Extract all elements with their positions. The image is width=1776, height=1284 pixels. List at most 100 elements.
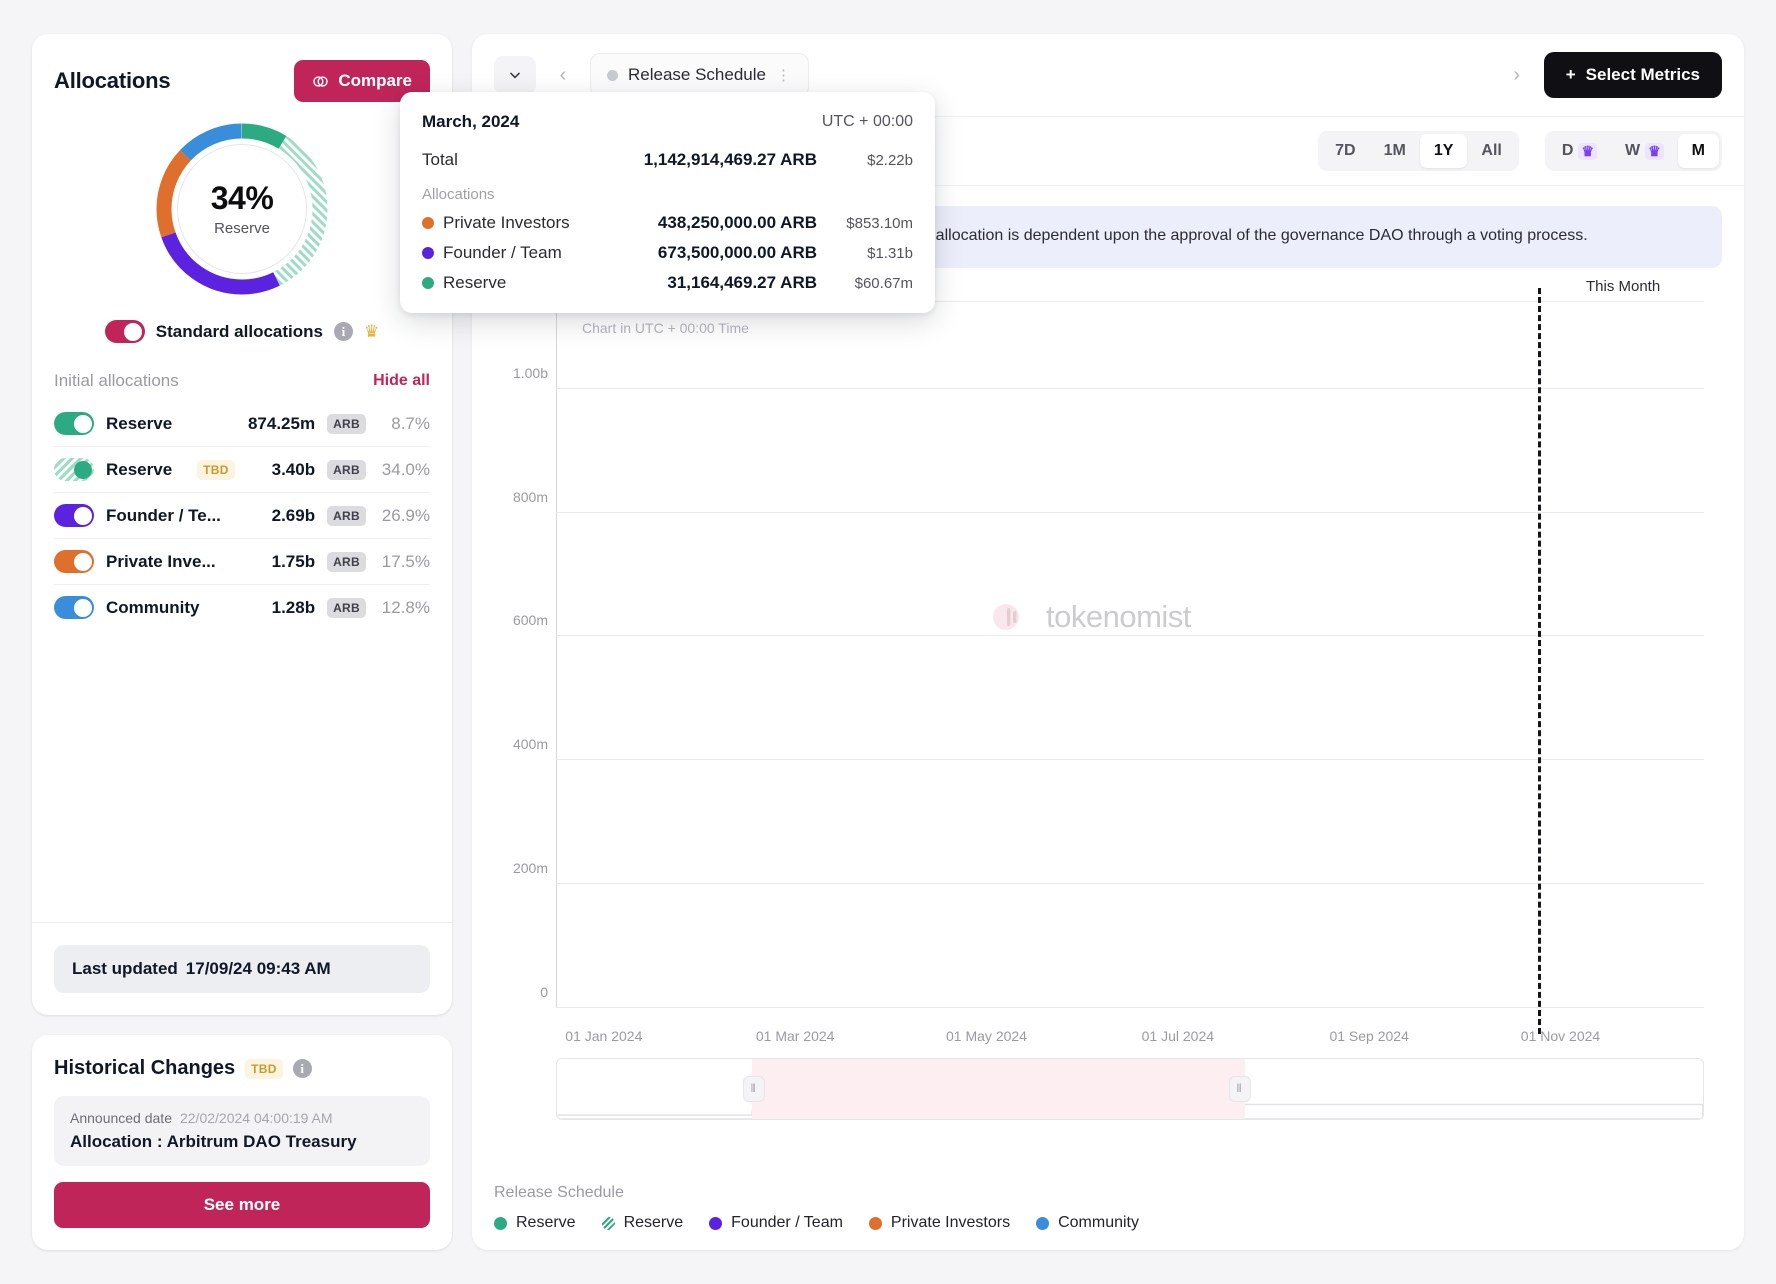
allocation-percent: 26.9% <box>378 506 430 526</box>
tooltip-date: March, 2024 <box>472 112 519 132</box>
last-updated-label: Last updated <box>72 959 178 978</box>
tooltip-row: Founder / Team 673,500,000.00 ARB $1.31b <box>472 243 913 263</box>
list-item[interactable]: Founder / Te... 2.69b ARB 26.9% <box>54 492 430 538</box>
allocations-card: Allocations Compare <box>32 34 452 1015</box>
allocation-toggle[interactable] <box>54 504 94 527</box>
legend-item[interactable]: Reserve <box>602 1214 684 1232</box>
select-metrics-button[interactable]: + Select Metrics <box>1544 52 1722 98</box>
y-tick-label: 200m <box>513 860 548 876</box>
x-tick-label: 01 Mar 2024 <box>756 1028 835 1044</box>
allocation-amount: 3.40b <box>272 460 315 480</box>
tab-release-schedule[interactable]: Release Schedule ⋮ <box>590 53 809 97</box>
list-item[interactable]: Announced date22/02/2024 04:00:19 AM All… <box>54 1096 430 1166</box>
prev-tab-button[interactable]: ‹ <box>550 56 576 94</box>
allocation-name: Founder / Te... <box>106 506 260 526</box>
standard-allocations-row: Standard allocations i ♛ <box>32 320 452 343</box>
standard-allocations-toggle[interactable] <box>105 320 145 343</box>
chart-legend-section: Release Schedule ReserveReserveFounder /… <box>472 1178 1744 1250</box>
tooltip-row-arb: 673,500,000.00 ARB <box>658 243 817 263</box>
allocation-toggle[interactable] <box>54 412 94 435</box>
tooltip-row-name: Founder / Team <box>472 243 562 263</box>
allocation-toggle[interactable] <box>54 596 94 619</box>
historical-allocation-text: Allocation : Arbitrum DAO Treasury <box>70 1132 414 1152</box>
chart-range-slider[interactable]: ⦀ ⦀ <box>556 1058 1704 1120</box>
legend-label: Founder / Team <box>731 1214 843 1232</box>
chart-legend: Reserve Reserve Founder / Team Private Inve… <box>494 1214 1722 1232</box>
legend-item[interactable]: Community <box>1036 1214 1139 1232</box>
list-item[interactable]: Community 1.28b ARB 12.8% <box>54 584 430 630</box>
chart-x-axis: 01 Jan 202401 Mar 202401 May 202401 Jul … <box>556 1028 1704 1048</box>
list-item[interactable]: Reserve TBD 3.40b ARB 34.0% <box>54 446 430 492</box>
legend-dot-icon <box>869 1217 882 1230</box>
kebab-menu-icon[interactable]: ⋮ <box>776 66 792 84</box>
x-tick-label: 01 Sep 2024 <box>1329 1028 1408 1044</box>
y-tick-label: 800m <box>513 489 548 505</box>
info-icon[interactable]: i <box>293 1059 312 1078</box>
chart-tooltip: March, 2024 UTC + 00:00 Total 1,142,914,… <box>472 92 935 313</box>
range-7d[interactable]: 7D <box>1321 134 1369 168</box>
range-selection[interactable] <box>752 1059 1245 1119</box>
interval-m[interactable]: M <box>1678 134 1719 168</box>
chart-bars <box>556 302 1704 1008</box>
crown-icon: ♛ <box>364 323 379 340</box>
allocation-toggle[interactable] <box>54 550 94 573</box>
last-updated-section: Last updated 17/09/24 09:43 AM <box>32 922 452 1015</box>
announced-date: 22/02/2024 04:00:19 AM <box>180 1110 333 1126</box>
tooltip-allocations-label: Allocations <box>472 186 913 203</box>
legend-label: Reserve <box>516 1214 576 1232</box>
legend-item[interactable]: Private Investors <box>869 1214 1010 1232</box>
interval-d[interactable]: D ♛ <box>1548 134 1611 168</box>
allocation-name: Reserve <box>106 460 185 480</box>
left-sidebar: Allocations Compare <box>32 34 452 1250</box>
compare-icon <box>312 73 329 90</box>
tab-label: Release Schedule <box>628 65 766 85</box>
hide-all-button[interactable]: Hide all <box>373 372 430 390</box>
allocation-amount: 2.69b <box>272 506 315 526</box>
legend-label: Private Investors <box>891 1214 1010 1232</box>
allocation-unit-badge: ARB <box>327 460 366 480</box>
this-month-marker <box>1538 288 1541 1034</box>
tooltip-total-arb: 1,142,914,469.27 ARB <box>644 150 817 170</box>
chevron-down-icon[interactable] <box>494 56 536 94</box>
last-updated-value: 17/09/24 09:43 AM <box>186 959 331 978</box>
select-metrics-label: Select Metrics <box>1586 65 1700 85</box>
chart-plot-area: Chart in UTC + 00:00 Time 0 200m 400m 60… <box>556 302 1704 1008</box>
tab-dot-icon <box>607 70 618 81</box>
allocation-amount: 1.75b <box>272 552 315 572</box>
tbd-badge: TBD <box>197 460 235 480</box>
allocation-unit-badge: ARB <box>327 552 366 572</box>
x-tick-label: 01 Nov 2024 <box>1521 1028 1600 1044</box>
next-tab-button[interactable]: › <box>1504 56 1530 94</box>
release-schedule-chart[interactable]: This Month Chart in UTC + 00:00 Time 0 2… <box>494 274 1722 1178</box>
allocation-percent: 34.0% <box>378 460 430 480</box>
allocation-toggle[interactable] <box>54 458 94 481</box>
list-item[interactable]: Private Inve... 1.75b ARB 17.5% <box>54 538 430 584</box>
tooltip-row-usd: $853.10m <box>831 215 913 232</box>
range-1y[interactable]: 1Y <box>1420 134 1468 168</box>
tooltip-row-name: Private Investors <box>472 213 570 233</box>
tooltip-row-arb: 31,164,469.27 ARB <box>667 273 817 293</box>
tooltip-total-row: Total 1,142,914,469.27 ARB $2.22b <box>472 150 913 170</box>
info-icon[interactable]: i <box>334 322 353 341</box>
plus-icon: + <box>1566 65 1576 85</box>
donut-chart: 34% Reserve <box>151 118 333 300</box>
allocation-name: Community <box>106 598 260 618</box>
interval-w[interactable]: W ♛ <box>1611 134 1678 168</box>
allocation-name: Reserve <box>106 414 236 434</box>
donut-label: Reserve <box>214 220 270 237</box>
initial-allocations-header: Initial allocations Hide all <box>32 343 452 401</box>
legend-item[interactable]: Reserve <box>494 1214 576 1232</box>
chart-panel: ‹ Release Schedule ⋮ › + Select Metrics <box>472 34 1744 1250</box>
see-more-button[interactable]: See more <box>54 1182 430 1228</box>
range-handle-left[interactable]: ⦀ <box>743 1076 765 1102</box>
range-handle-right[interactable]: ⦀ <box>1229 1076 1251 1102</box>
list-item[interactable]: Reserve 874.25m ARB 8.7% <box>54 401 430 446</box>
initial-allocations-label: Initial allocations <box>54 371 179 391</box>
range-selector: 7D 1M 1Y All <box>1318 131 1519 171</box>
app-root: Allocations Compare <box>0 0 1776 1284</box>
range-1m[interactable]: 1M <box>1370 134 1420 168</box>
interval-d-label: D <box>1562 142 1574 160</box>
legend-dot-icon <box>494 1217 507 1230</box>
legend-item[interactable]: Founder / Team <box>709 1214 843 1232</box>
range-all[interactable]: All <box>1467 134 1515 168</box>
